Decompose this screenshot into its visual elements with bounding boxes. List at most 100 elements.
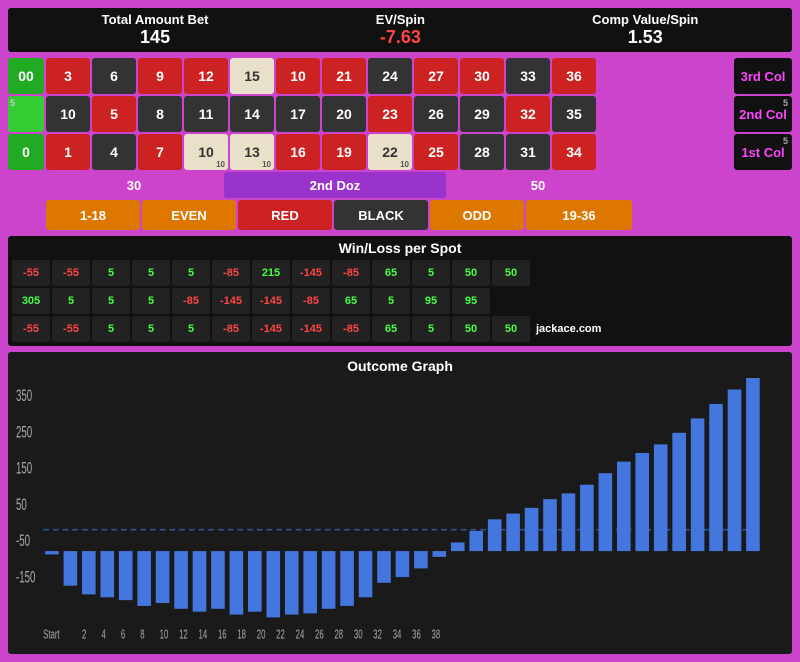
svg-text:22: 22 <box>276 627 285 642</box>
num-10c[interactable]: 1010 <box>184 134 228 170</box>
wl-1-13: 50 <box>492 260 530 286</box>
graph-section: Outcome Graph 350 250 150 50 -50 -150 S <box>8 352 792 654</box>
wl-2-10: 5 <box>372 288 410 314</box>
svg-text:18: 18 <box>237 627 246 642</box>
num-3[interactable]: 3 <box>46 58 90 94</box>
svg-text:150: 150 <box>16 459 32 477</box>
num-29[interactable]: 29 <box>460 96 504 132</box>
num-10[interactable]: 10 <box>276 58 320 94</box>
wl-2-1: 305 <box>12 288 50 314</box>
dozen-30[interactable]: 30 <box>46 172 222 198</box>
num-23[interactable]: 23 <box>368 96 412 132</box>
outside-19-36[interactable]: 19-36 <box>526 200 632 230</box>
wl-3-1: -55 <box>12 316 50 342</box>
num-22[interactable]: 2210 <box>368 134 412 170</box>
wl-1-5: 5 <box>172 260 210 286</box>
num-9[interactable]: 9 <box>138 58 182 94</box>
stats-bar: Total Amount Bet 145 EV/Spin -7.63 Comp … <box>8 8 792 52</box>
col-label-1st[interactable]: 51st Col <box>734 134 792 170</box>
num-35[interactable]: 35 <box>552 96 596 132</box>
wl-3-12: 50 <box>452 316 490 342</box>
wl-2-11: 95 <box>412 288 450 314</box>
num-13[interactable]: 1310 <box>230 134 274 170</box>
zero-00[interactable]: 00 <box>8 58 44 94</box>
num-20[interactable]: 20 <box>322 96 366 132</box>
num-5[interactable]: 5 <box>92 96 136 132</box>
num-14[interactable]: 14 <box>230 96 274 132</box>
num-27[interactable]: 27 <box>414 58 458 94</box>
dozen-row: 30 2nd Doz 50 <box>46 172 792 198</box>
total-amount-bet-group: Total Amount Bet 145 <box>102 12 209 48</box>
wl-2-7: -145 <box>252 288 290 314</box>
svg-text:36: 36 <box>412 627 421 642</box>
svg-text:32: 32 <box>373 627 382 642</box>
wl-row-1: -55 -55 5 5 5 -85 215 -145 -85 65 5 50 5… <box>12 260 788 286</box>
num-33[interactable]: 33 <box>506 58 550 94</box>
num-12[interactable]: 12 <box>184 58 228 94</box>
wl-1-8: -145 <box>292 260 330 286</box>
num-7[interactable]: 7 <box>138 134 182 170</box>
graph-svg: 350 250 150 50 -50 -150 Start 2 4 6 <box>16 378 784 650</box>
num-21[interactable]: 21 <box>322 58 366 94</box>
num-34[interactable]: 34 <box>552 134 596 170</box>
num-11[interactable]: 11 <box>184 96 228 132</box>
svg-text:20: 20 <box>257 627 266 642</box>
svg-text:6: 6 <box>121 627 125 642</box>
svg-text:250: 250 <box>16 423 32 441</box>
num-17[interactable]: 17 <box>276 96 320 132</box>
outside-even[interactable]: EVEN <box>142 200 236 230</box>
svg-text:34: 34 <box>393 627 402 642</box>
wl-1-1: -55 <box>12 260 50 286</box>
wl-3-7: -145 <box>252 316 290 342</box>
col-labels: 3rd Col 52nd Col 51st Col <box>734 58 792 170</box>
wl-2-5: -85 <box>172 288 210 314</box>
wl-2-8: -85 <box>292 288 330 314</box>
comp-value-label: Comp Value/Spin <box>592 12 698 27</box>
total-amount-bet-value: 145 <box>102 27 209 48</box>
num-16[interactable]: 16 <box>276 134 320 170</box>
num-8[interactable]: 8 <box>138 96 182 132</box>
wl-3-8: -145 <box>292 316 330 342</box>
num-32[interactable]: 32 <box>506 96 550 132</box>
num-31[interactable]: 31 <box>506 134 550 170</box>
wl-3-13: 50 <box>492 316 530 342</box>
num-15-cream[interactable]: 15 <box>230 58 274 94</box>
svg-text:16: 16 <box>218 627 227 642</box>
roulette-grid: 00 5 0 3 6 9 12 15 10 21 24 27 <box>8 58 792 170</box>
num-25[interactable]: 25 <box>414 134 458 170</box>
outside-1-18[interactable]: 1-18 <box>46 200 140 230</box>
num-30[interactable]: 30 <box>460 58 504 94</box>
graph-area: 350 250 150 50 -50 -150 Start 2 4 6 <box>16 378 784 650</box>
outside-red[interactable]: RED <box>238 200 332 230</box>
wl-3-5: 5 <box>172 316 210 342</box>
num-10b[interactable]: 10 <box>46 96 90 132</box>
outside-black[interactable]: BLACK <box>334 200 428 230</box>
main-container: Total Amount Bet 145 EV/Spin -7.63 Comp … <box>0 0 800 662</box>
outside-odd[interactable]: ODD <box>430 200 524 230</box>
num-4[interactable]: 4 <box>92 134 136 170</box>
dozen-2nd[interactable]: 2nd Doz <box>224 172 446 198</box>
wl-row-3: -55 -55 5 5 5 -85 -145 -145 -85 65 5 50 … <box>12 316 788 342</box>
num-6[interactable]: 6 <box>92 58 136 94</box>
number-row-3: 1 4 7 1010 1310 16 19 2210 25 28 31 34 <box>46 134 732 170</box>
num-19[interactable]: 19 <box>322 134 366 170</box>
wl-row-2: 305 5 5 5 -85 -145 -145 -85 65 5 95 95 <box>12 288 788 314</box>
svg-text:14: 14 <box>199 627 208 642</box>
wl-3-10: 65 <box>372 316 410 342</box>
zero-5[interactable]: 5 <box>8 96 44 132</box>
num-1[interactable]: 1 <box>46 134 90 170</box>
zero-0[interactable]: 0 <box>8 134 44 170</box>
num-36[interactable]: 36 <box>552 58 596 94</box>
col-label-3rd[interactable]: 3rd Col <box>734 58 792 94</box>
wl-1-7: 215 <box>252 260 290 286</box>
svg-text:50: 50 <box>16 495 27 513</box>
num-28[interactable]: 28 <box>460 134 504 170</box>
outside-row: 1-18 EVEN RED BLACK ODD 19-36 <box>46 200 792 230</box>
col-label-2nd[interactable]: 52nd Col <box>734 96 792 132</box>
svg-text:38: 38 <box>432 627 441 642</box>
dozen-50[interactable]: 50 <box>448 172 628 198</box>
num-26[interactable]: 26 <box>414 96 458 132</box>
num-24[interactable]: 24 <box>368 58 412 94</box>
ev-spin-label: EV/Spin <box>376 12 425 27</box>
number-row-1: 3 6 9 12 15 10 21 24 27 30 33 36 <box>46 58 732 94</box>
